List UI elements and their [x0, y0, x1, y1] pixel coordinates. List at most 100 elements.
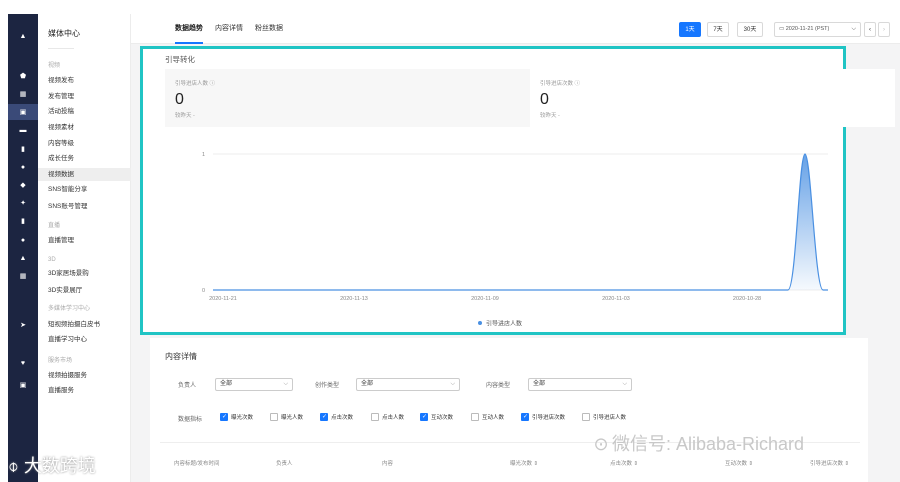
- filter-label-creation-type: 创作类型: [315, 383, 340, 389]
- filter-label-content-type: 内容类型: [486, 383, 511, 389]
- menu-item[interactable]: 成长任务: [38, 152, 131, 165]
- checkbox-label: 曝光次数: [231, 415, 254, 421]
- metric-checkbox[interactable]: 引导进店次数: [521, 413, 565, 421]
- range-7-day-button[interactable]: 7天: [707, 22, 729, 37]
- checkbox-icon: [270, 413, 278, 421]
- column-header[interactable]: 引导进店次数 ⇕: [810, 459, 849, 467]
- bank-icon[interactable]: ▦: [8, 268, 38, 284]
- column-header: 负责人: [276, 461, 293, 467]
- x-tick-label: 2020-11-03: [602, 296, 630, 302]
- metric-card-visitors[interactable]: 引导进店人数 ⓘ 0 较昨天 -: [165, 69, 530, 127]
- document-icon[interactable]: ▮: [8, 213, 38, 229]
- column-header[interactable]: 互动次数 ⇕: [725, 459, 753, 467]
- checkbox-label: 点击次数: [331, 415, 354, 421]
- checkbox-label: 互动人数: [482, 415, 505, 421]
- checkbox-icon: [371, 413, 379, 421]
- date-picker[interactable]: ▭ 2020-11-21 (PST) ⌵: [774, 22, 861, 37]
- menu-item[interactable]: 直播服务: [38, 384, 131, 397]
- metric-card-visits[interactable]: 引导进店次数 ⓘ 0 较昨天 -: [530, 69, 895, 127]
- column-header[interactable]: 曝光次数 ⇕: [510, 459, 538, 467]
- menu-item[interactable]: 视频发布: [38, 74, 131, 87]
- tab-fan-data[interactable]: 粉丝数据: [255, 23, 283, 33]
- menu-item[interactable]: 发布管理: [38, 90, 131, 103]
- brand-logo-icon: ⌽: [8, 456, 24, 476]
- metric-checkbox[interactable]: 曝光次数: [220, 413, 253, 421]
- metric-checkbox[interactable]: 曝光人数: [270, 413, 303, 421]
- tab-data-trend[interactable]: 数据趋势: [175, 23, 203, 44]
- comment-icon[interactable]: ▬: [8, 122, 38, 138]
- column-header: 内容: [382, 461, 394, 467]
- checkbox-label: 引导进店人数: [593, 415, 627, 421]
- shield-icon[interactable]: ⬟: [8, 68, 38, 84]
- metric-checkbox[interactable]: 引导进店人数: [582, 413, 626, 421]
- menu-item[interactable]: 直播学习中心: [38, 333, 131, 346]
- metrics-label: 数据指标: [178, 417, 203, 423]
- heart-icon[interactable]: ♥: [8, 355, 38, 371]
- menu-item[interactable]: SNS智能分享: [38, 183, 131, 196]
- menu-item[interactable]: SNS账号管理: [38, 200, 131, 213]
- compass-icon[interactable]: ✦: [8, 195, 38, 211]
- info-icon: ⓘ: [574, 81, 581, 87]
- metric-value: 0: [175, 91, 184, 108]
- menu-title: 媒体中心: [48, 29, 80, 38]
- checkbox-icon: [471, 413, 479, 421]
- content-detail-title: 内容详情: [165, 352, 197, 361]
- menu-item[interactable]: 视频数据: [38, 168, 131, 181]
- menu-item[interactable]: 内容等级: [38, 137, 131, 150]
- prev-date-button[interactable]: ‹: [864, 22, 876, 37]
- menu-item[interactable]: 3D实景展厅: [38, 284, 131, 297]
- top-bar: 数据趋势 内容详情 粉丝数据 1天 7天 30天 ▭ 2020-11-21 (P…: [131, 14, 900, 44]
- column-header[interactable]: 点击次数 ⇕: [610, 459, 638, 467]
- menu-item[interactable]: 视频拍摄服务: [38, 369, 131, 382]
- content-type-select[interactable]: 全部 ⌵: [528, 378, 632, 391]
- checkbox-checked-icon: [220, 413, 228, 421]
- menu-group-label: 3D: [48, 257, 56, 263]
- conversion-title: 引导转化: [165, 55, 195, 64]
- legend-label: 引导进店人数: [486, 320, 522, 328]
- creation-type-select[interactable]: 全部 ⌵: [356, 378, 460, 391]
- bar-chart-icon[interactable]: ▮: [8, 141, 38, 157]
- menu-group-label: 服务市场: [48, 358, 73, 364]
- brand-watermark: ⌽ 大数跨境: [8, 456, 96, 476]
- chevron-down-icon: ⌵: [283, 381, 288, 387]
- tab-content-detail[interactable]: 内容详情: [215, 23, 243, 33]
- menu-group-label: 直播: [48, 223, 61, 229]
- store-icon[interactable]: ▣: [8, 377, 38, 393]
- side-menu: 媒体中心 视频 视频发布 发布管理 活动投稿 视频素材 内容等级 成长任务 视频数据 SNS智能…: [38, 14, 131, 482]
- metric-value: 0: [540, 91, 549, 108]
- people-icon[interactable]: ◆: [8, 177, 38, 193]
- series-line: [213, 153, 828, 291]
- owner-select[interactable]: 全部 ⌵: [215, 378, 293, 391]
- metric-checkbox[interactable]: 点击次数: [320, 413, 353, 421]
- metric-checkbox[interactable]: 互动次数: [420, 413, 453, 421]
- menu-item[interactable]: 短视频拍摄白皮书: [38, 318, 131, 331]
- series-area: [213, 154, 828, 290]
- next-date-button[interactable]: ›: [878, 22, 890, 37]
- send-icon[interactable]: ➤: [8, 317, 38, 333]
- menu-item[interactable]: 视频素材: [38, 121, 131, 134]
- bell-icon[interactable]: ▲: [8, 250, 38, 266]
- bulb-icon[interactable]: ●: [8, 159, 38, 175]
- range-30-day-button[interactable]: 30天: [737, 22, 763, 37]
- grid-icon[interactable]: ▦: [8, 86, 38, 102]
- menu-item[interactable]: 3D家居场景购: [38, 267, 131, 280]
- checkbox-label: 点击人数: [382, 415, 405, 421]
- metric-compare: 较昨天 -: [175, 113, 195, 119]
- chevron-down-icon: ⌵: [622, 381, 627, 387]
- media-icon[interactable]: ▣: [8, 104, 38, 120]
- globe-icon[interactable]: ●: [8, 232, 38, 248]
- range-1-day-button[interactable]: 1天: [679, 22, 701, 37]
- checkbox-label: 互动次数: [431, 415, 454, 421]
- menu-item[interactable]: 直播管理: [38, 234, 131, 247]
- x-tick-label: 2020-10-28: [733, 296, 761, 302]
- content-detail-section: 内容详情 负责人 全部⌵ 创作类型 全部⌵ 内容类型 全部⌵ 数据指标 曝光次数…: [150, 338, 868, 482]
- date-value: 2020-11-21 (PST): [785, 26, 830, 32]
- x-tick-label: 2020-11-21: [209, 296, 237, 302]
- menu-item[interactable]: 活动投稿: [38, 105, 131, 118]
- metric-checkbox[interactable]: 点击人数: [371, 413, 404, 421]
- menu-divider: [48, 48, 74, 49]
- y-tick-label: 1: [202, 152, 205, 158]
- metric-checkbox[interactable]: 互动人数: [471, 413, 504, 421]
- legend-marker: [478, 321, 482, 325]
- home-icon[interactable]: ▲: [8, 28, 38, 44]
